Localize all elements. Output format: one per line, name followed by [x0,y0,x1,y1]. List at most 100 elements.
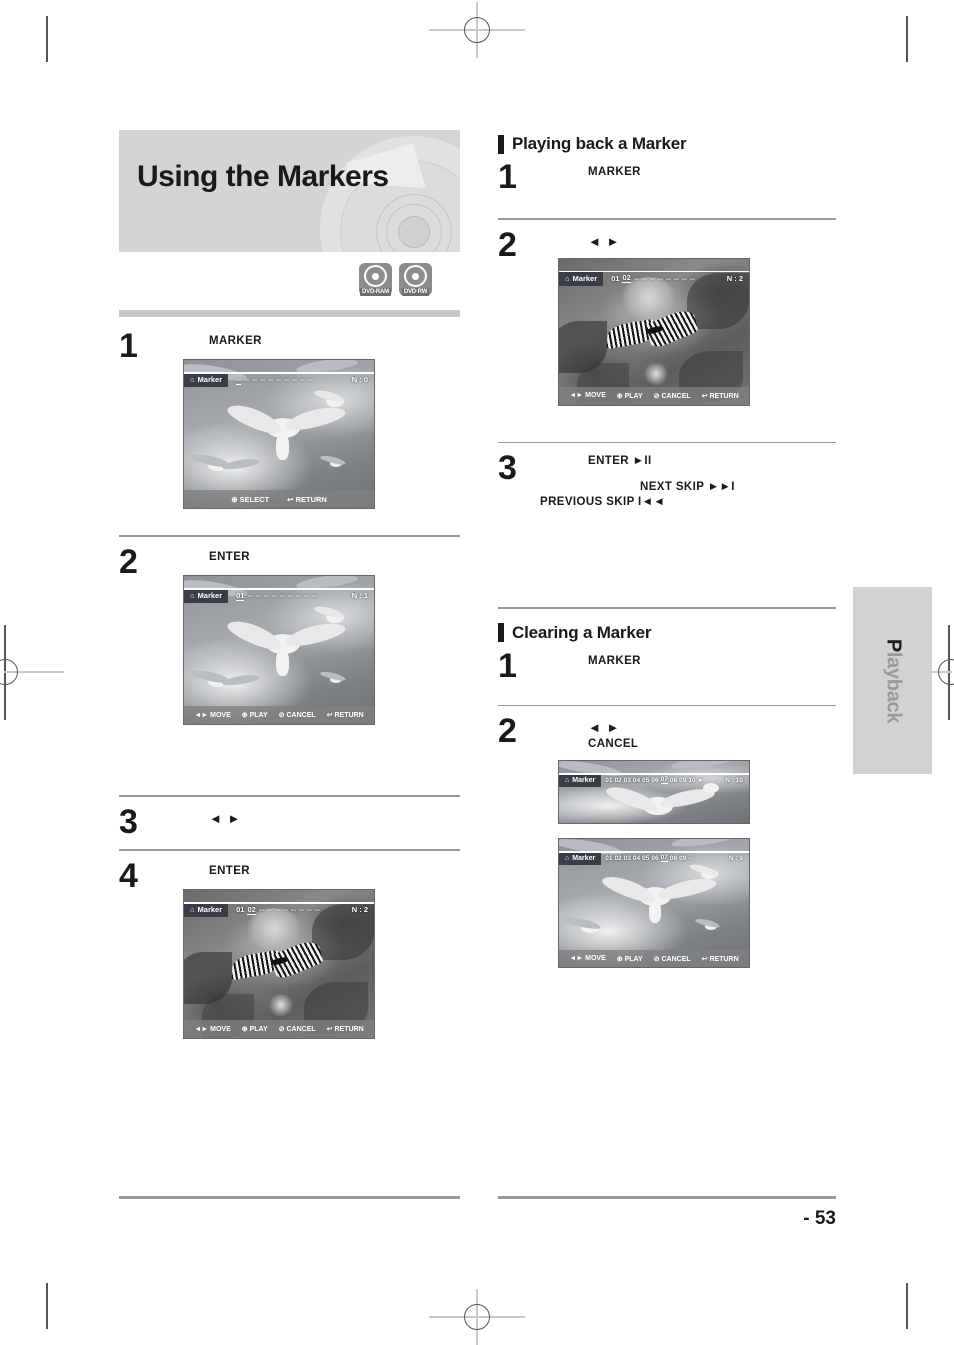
osd-footer-move-label: MOVE [585,955,606,962]
marker-slot: -- [689,273,695,283]
osd-footer-cancel-label: CANCEL [661,392,691,400]
clearing-step-1: 1 MARKER [498,649,836,705]
osd-top-line [559,773,749,775]
osd-footer-move: ◄► MOVE [194,712,230,719]
cancel-icon: ⊘ [278,1026,285,1033]
cancel-icon: ⊘ [653,955,660,963]
step-arrow-keys: ◄ ► [209,811,242,826]
play-icon: ⊕ [241,712,248,719]
osd-marker-label: Marker [197,905,223,914]
section-divider [498,607,836,609]
step-key-label: MARKER [209,335,262,347]
osd-marker-numbers: -- -- -- -- -- -- -- -- -- -- [228,375,352,385]
osd-marker-numbers: 01 02 -- -- -- -- -- -- -- -- [603,273,727,283]
osd-marker-tag: ⌂ Marker [559,851,602,865]
step-key-label: MARKER [588,166,641,178]
play-icon: ⊕ [616,392,623,400]
marker-slot: 06 [651,776,659,784]
return-icon: ↩ [287,494,294,504]
return-icon: ↩ [701,392,708,400]
marker-slot: 02 [247,904,256,915]
step-divider [498,218,836,220]
marker-slot: 07 [660,776,668,784]
step-key-next-skip: NEXT SKIP ►►I [640,481,735,493]
osd-footer-cancel: ⊘ CANCEL [279,711,316,719]
osd-footer-return-label: RETURN [334,1026,364,1033]
marker-slot: -- [292,375,298,384]
step-body: ◄ ► [588,230,836,249]
step-divider [498,704,836,706]
marker-slot: 05 [642,776,650,784]
left-column: Using the Markers DVD-RAM DVD·RW 1 MARKE… [119,130,460,1051]
osd-footer-bar: ⊕ SELECT ↩ RETURN [184,490,374,508]
dvd-rw-badge-label: DVD·RW [401,288,430,296]
step-body: MARKER [588,651,836,667]
step-divider [498,441,836,443]
screenshot-marker-two: ⌂ Marker 01 02 -- -- -- -- -- -- -- -- N… [183,889,375,1039]
marker-slot: -- [252,375,258,384]
marker-slot: 02 [622,273,631,283]
step-arrow-keys: ◄ ► [588,233,621,249]
marker-slot: -- [298,905,304,914]
right-step-3: 3 ENTER ►II NEXT SKIP ►►I PREVIOUS SKIP … [498,449,836,561]
disc-icon [364,265,387,287]
step-body: MARKER [588,162,836,178]
osd-marker-bar: ⌂ Marker 01 02 -- -- -- -- -- -- -- -- N… [559,270,749,286]
right-step-2: 2 ◄ ► ⌂ Marker 01 02 -- -- -- -- -- -- -… [498,228,836,426]
move-icon: ◄► [569,955,584,962]
osd-marker-bar: ⌂ Marker 01 02 03 04 05 06 07 08 09 -- N… [559,851,749,865]
osd-marker-bar: ⌂ Marker 01 02 03 04 05 06 07 08 09 10 ►… [559,773,749,787]
footer-rule-right [498,1196,836,1199]
marker-slot: -- [300,375,306,384]
marker-icon: ⌂ [565,273,570,283]
screenshot-playback-marker: ⌂ Marker 01 02 -- -- -- -- -- -- -- -- N… [558,257,750,406]
heading-bullet-bar [498,134,504,154]
move-icon: ◄► [194,1025,209,1033]
osd-footer-return: ↩ RETURN [702,955,739,963]
osd-marker-count: N : 2 [351,905,368,914]
chapter-tab-rest: layback [882,651,904,723]
osd-footer-cancel: ⊘ CANCEL [654,392,691,400]
step-number: 3 [498,449,517,487]
marker-slot: 05 [642,854,650,862]
osd-marker-numbers: 01 -- -- -- -- -- -- -- -- -- [228,591,352,601]
osd-footer-play-label: PLAY [249,1026,268,1033]
osd-footer-play: ⊕ PLAY [617,955,643,963]
osd-marker-bar: ⌂ Marker -- -- -- -- -- -- -- -- -- -- N… [184,372,374,387]
marker-icon: ⌂ [190,905,195,914]
clearing-step-2: 2 ◄ ► CANCEL ⌂ Marker 01 02 03 04 05 06 … [498,714,836,978]
marker-slot: -- [303,591,309,600]
step-number: 1 [498,158,517,196]
step-number: 2 [119,543,138,581]
select-icon: ⊕ [231,494,238,504]
marker-slot: 07 [660,854,668,862]
footer-rule-left [119,1196,460,1199]
page-number: - 53 [803,1208,836,1229]
osd-footer-play-label: PLAY [249,712,268,719]
marker-slot: -- [258,905,264,914]
step-number: 1 [119,327,138,365]
osd-marker-tag: ⌂ Marker [184,588,229,603]
marker-slot: 09 [679,854,687,862]
osd-marker-label: Marker [572,273,598,283]
marker-slot: -- [255,591,261,600]
osd-marker-tag: ⌂ Marker [559,773,602,787]
osd-marker-label: Marker [197,375,223,384]
osd-top-line [559,270,749,272]
step-key-cancel: CANCEL [588,738,639,750]
osd-top-line [184,902,374,904]
marker-slot: 01 [236,590,245,601]
osd-footer-play: ⊕ PLAY [242,711,268,719]
marker-slot: -- [287,591,293,600]
step-key-enter-play: ENTER ►II [588,455,652,467]
osd-marker-bar: ⌂ Marker 01 -- -- -- -- -- -- -- -- -- N… [184,588,374,603]
left-step-3: 3 ◄ ► [119,805,460,849]
marker-slot: 01 [236,905,245,914]
osd-marker-tag: ⌂ Marker [184,372,229,387]
marker-slot: -- [665,273,671,283]
marker-slot: -- [681,273,687,283]
osd-marker-count: N : 10 [725,776,743,784]
osd-marker-numbers: 01 02 03 04 05 06 07 08 09 -- [601,854,729,862]
marker-slot: -- [282,905,288,914]
butterfly [231,936,324,984]
